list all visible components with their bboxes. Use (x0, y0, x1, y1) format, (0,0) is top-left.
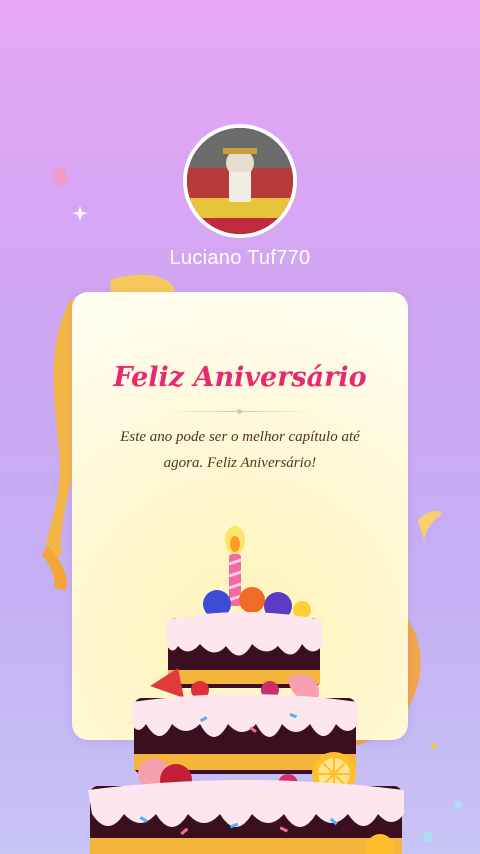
avatar-image (187, 128, 293, 234)
divider-ornament (237, 409, 242, 414)
card-message: Este ano pode ser o melhor capítulo até … (120, 429, 360, 471)
profile-username: Luciano Tuf770 (169, 247, 311, 269)
profile-avatar[interactable] (183, 124, 297, 238)
card-title: Feliz Aniversário (113, 362, 367, 393)
birthday-cake-illustration (88, 526, 404, 854)
